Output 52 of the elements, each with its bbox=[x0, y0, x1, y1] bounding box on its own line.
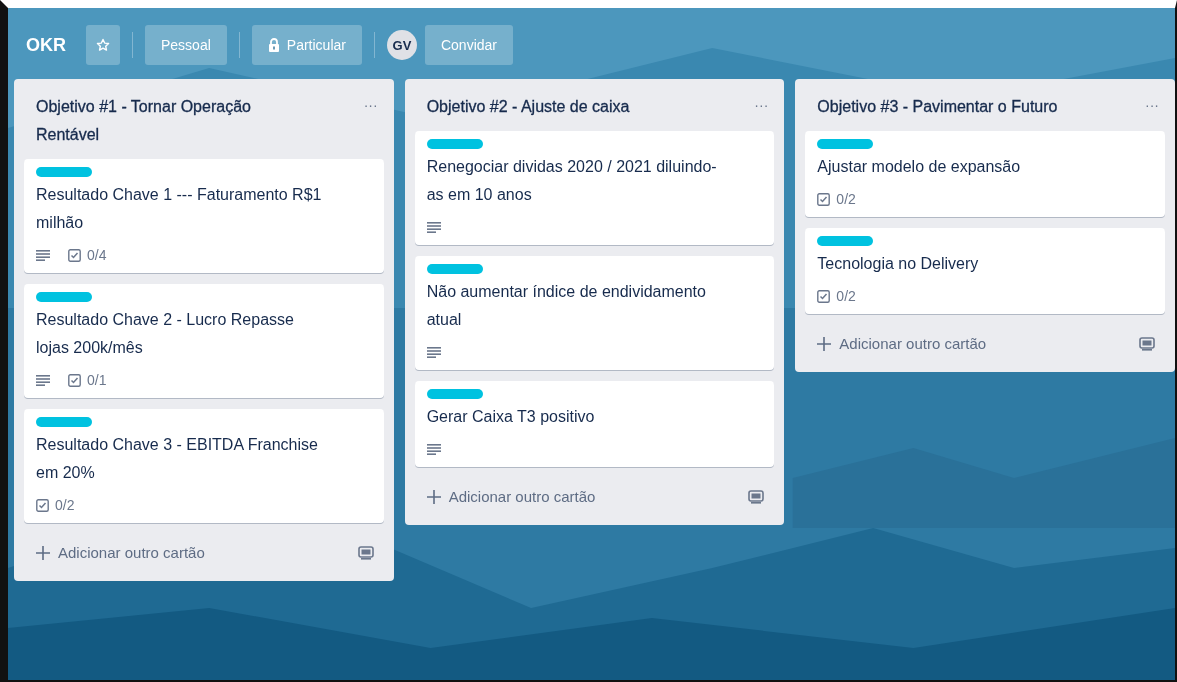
add-card-button[interactable]: Adicionar outro cartão bbox=[813, 329, 991, 358]
star-icon bbox=[96, 38, 110, 52]
checklist-count: 0/4 bbox=[87, 247, 107, 263]
card-label[interactable] bbox=[426, 264, 483, 274]
card-label[interactable] bbox=[426, 389, 483, 399]
add-card-button[interactable]: Adicionar outro cartão bbox=[422, 482, 600, 511]
card-title: Não aumentar índice de endividamento atual bbox=[426, 282, 707, 330]
lock-icon bbox=[267, 38, 280, 52]
plus-icon bbox=[36, 545, 50, 560]
list-menu-button[interactable]: ··· bbox=[1139, 93, 1165, 117]
card-title: Tecnologia no Delivery bbox=[817, 254, 980, 274]
card-label[interactable] bbox=[817, 139, 874, 149]
card-label[interactable] bbox=[36, 292, 92, 302]
card[interactable]: Resultado Chave 1 --- Faturamento R$1 milhão 0/4 bbox=[24, 159, 384, 273]
list-title[interactable]: Objetivo #1 - Tornar Operação Rentável bbox=[36, 93, 281, 149]
checklist-count: 0/2 bbox=[55, 497, 75, 513]
card-label[interactable] bbox=[817, 236, 874, 246]
card-title: Ajustar modelo de expansão bbox=[817, 157, 1022, 177]
card-label[interactable] bbox=[36, 167, 92, 177]
plus-icon bbox=[426, 489, 441, 504]
checklist-icon bbox=[68, 248, 81, 262]
card-title: Resultado Chave 3 - EBITDA Franchise em 20% bbox=[36, 435, 319, 483]
checklist-count: 0/1 bbox=[87, 372, 107, 388]
card[interactable]: Não aumentar índice de endividamento atual bbox=[414, 256, 775, 370]
template-icon[interactable] bbox=[748, 489, 765, 504]
list-menu-button[interactable]: ··· bbox=[357, 93, 384, 117]
checklist-icon bbox=[817, 289, 831, 303]
card-label[interactable] bbox=[426, 139, 483, 149]
list-menu-button[interactable]: ··· bbox=[748, 93, 775, 117]
card[interactable]: Gerar Caixa T3 positivo bbox=[414, 381, 775, 467]
checklist-icon bbox=[817, 192, 831, 206]
list-title[interactable]: Objetivo #2 - Ajuste de caixa bbox=[426, 93, 672, 121]
plus-icon bbox=[817, 336, 832, 351]
list-title[interactable]: Objetivo #3 - Pavimentar o Futuro bbox=[817, 93, 1063, 121]
card[interactable]: Tecnologia no Delivery 0/2 bbox=[805, 228, 1165, 314]
checklist-count: 0/2 bbox=[836, 288, 856, 304]
template-icon[interactable] bbox=[1139, 336, 1155, 351]
card[interactable]: Ajustar modelo de expansão 0/2 bbox=[805, 131, 1165, 217]
card[interactable]: Resultado Chave 2 - Lucro Repasse lojas 200k/mês 0/1 bbox=[24, 284, 384, 398]
card[interactable]: Renegociar dividas 2020 / 2021 diluindo-as em 10 anos bbox=[414, 131, 775, 245]
card-label[interactable] bbox=[36, 417, 92, 427]
checklist-icon bbox=[36, 498, 49, 512]
template-icon[interactable] bbox=[357, 545, 374, 560]
card-title: Renegociar dividas 2020 / 2021 diluindo-as em 10 anos bbox=[426, 157, 717, 205]
checklist-count: 0/2 bbox=[836, 191, 856, 207]
card-title: Resultado Chave 2 - Lucro Repasse lojas 200k/mês bbox=[36, 310, 295, 358]
card-title: Resultado Chave 1 --- Faturamento R$1 milhão bbox=[36, 185, 323, 233]
checklist-icon bbox=[68, 373, 81, 387]
card[interactable]: Resultado Chave 3 - EBITDA Franchise em 20% 0/2 bbox=[24, 409, 384, 523]
star-button[interactable] bbox=[86, 25, 120, 65]
card-title: Gerar Caixa T3 positivo bbox=[426, 407, 596, 427]
add-card-button[interactable]: Adicionar outro cartão bbox=[32, 538, 209, 567]
